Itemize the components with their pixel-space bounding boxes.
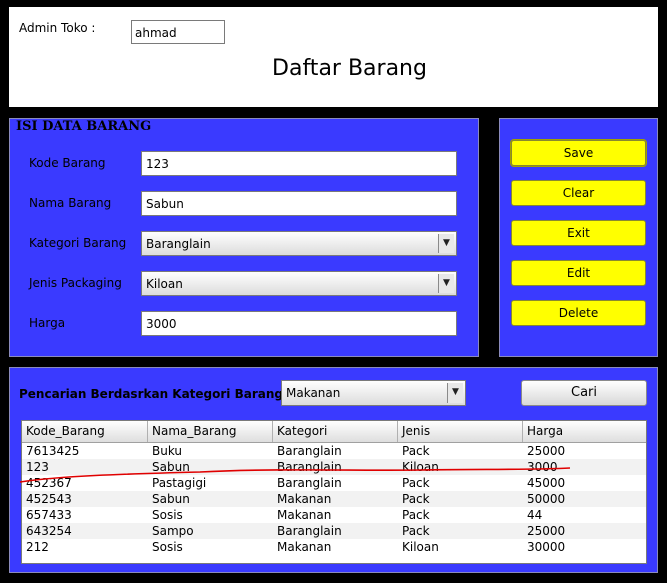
table-cell: Kiloan [402, 460, 439, 474]
cari-button[interactable]: Cari [521, 380, 647, 406]
table-cell: Baranglain [277, 476, 342, 490]
delete-button[interactable]: Delete [511, 300, 646, 326]
table-row[interactable]: 212 Sosis Makanan Kiloan 30000 [22, 539, 646, 555]
clear-button[interactable]: Clear [511, 180, 646, 206]
table-row[interactable]: 7613425 Buku Baranglain Pack 25000 [22, 443, 646, 459]
table-cell: Sabun [152, 460, 190, 474]
chevron-down-icon[interactable]: ▼ [447, 383, 463, 403]
save-button[interactable]: Save [510, 139, 647, 167]
search-category-select[interactable]: Makanan ▼ [281, 380, 466, 406]
table-cell: 657433 [26, 508, 72, 522]
form-title: ISI DATA BARANG [16, 119, 152, 134]
kode-barang-label: Kode Barang [29, 156, 106, 170]
table-row[interactable]: 643254 Sampo Baranglain Pack 25000 [22, 523, 646, 539]
column-header-kategori[interactable]: Kategori [273, 421, 398, 442]
nama-barang-label: Nama Barang [29, 196, 112, 210]
table-cell: 44 [527, 508, 543, 522]
table-cell: Buku [152, 444, 183, 458]
table-cell: Pack [402, 444, 430, 458]
chevron-down-icon[interactable]: ▼ [438, 234, 454, 253]
column-header-jenis[interactable]: Jenis [398, 421, 523, 442]
kategori-barang-select[interactable]: Baranglain ▼ [141, 231, 457, 256]
table-cell: Pack [402, 492, 430, 506]
table-cell: Pack [402, 508, 430, 522]
table-cell: 3000 [527, 460, 558, 474]
table-cell: Kiloan [402, 540, 439, 554]
edit-button[interactable]: Edit [511, 260, 646, 286]
table-cell: 452367 [26, 476, 72, 490]
table-row[interactable]: 452543 Sabun Makanan Pack 50000 [22, 491, 646, 507]
table-cell: Sosis [152, 540, 183, 554]
table-cell: 7613425 [26, 444, 80, 458]
table-cell: Makanan [277, 508, 332, 522]
jenis-packaging-value: Kiloan [146, 277, 183, 291]
table-cell: Makanan [277, 492, 332, 506]
kategori-barang-value: Baranglain [146, 237, 211, 251]
column-header-nama[interactable]: Nama_Barang [148, 421, 273, 442]
jenis-packaging-select[interactable]: Kiloan ▼ [141, 271, 457, 296]
page-title: Daftar Barang [272, 56, 427, 81]
search-category-value: Makanan [286, 386, 341, 400]
column-header-harga[interactable]: Harga [523, 421, 646, 442]
admin-label: Admin Toko : [19, 21, 96, 35]
table-cell: 25000 [527, 524, 566, 538]
column-header-kode[interactable]: Kode_Barang [22, 421, 148, 442]
table-cell: Sampo [152, 524, 194, 538]
barang-table[interactable]: Kode_Barang Nama_Barang Kategori Jenis H… [21, 420, 647, 564]
table-cell: 25000 [527, 444, 566, 458]
chevron-down-icon[interactable]: ▼ [438, 274, 454, 293]
kategori-barang-label: Kategori Barang [29, 236, 127, 250]
jenis-packaging-label: Jenis Packaging [29, 276, 122, 290]
table-cell: Sosis [152, 508, 183, 522]
table-cell: 452543 [26, 492, 72, 506]
table-cell: Pastagigi [152, 476, 207, 490]
harga-input[interactable]: 3000 [141, 311, 457, 336]
table-cell: Pack [402, 524, 430, 538]
table-row[interactable]: 657433 Sosis Makanan Pack 44 [22, 507, 646, 523]
nama-barang-input[interactable]: Sabun [141, 191, 457, 216]
table-cell: Baranglain [277, 460, 342, 474]
kode-barang-input[interactable]: 123 [141, 151, 457, 176]
table-row[interactable]: 452367 Pastagigi Baranglain Pack 45000 [22, 475, 646, 491]
table-cell: 30000 [527, 540, 566, 554]
table-cell: 50000 [527, 492, 566, 506]
table-cell: 123 [26, 460, 49, 474]
table-header: Kode_Barang Nama_Barang Kategori Jenis H… [22, 421, 646, 443]
table-cell: Baranglain [277, 444, 342, 458]
table-cell: Makanan [277, 540, 332, 554]
table-cell: Sabun [152, 492, 190, 506]
table-cell: Baranglain [277, 524, 342, 538]
table-row[interactable]: 123 Sabun Baranglain Kiloan 3000 [22, 459, 646, 475]
table-cell: Pack [402, 476, 430, 490]
harga-label: Harga [29, 316, 66, 330]
search-label: Pencarian Berdasrkan Kategori Barang [19, 387, 283, 401]
exit-button[interactable]: Exit [511, 220, 646, 246]
table-cell: 212 [26, 540, 49, 554]
table-cell: 643254 [26, 524, 72, 538]
table-cell: 45000 [527, 476, 566, 490]
admin-name-field[interactable]: ahmad [131, 20, 225, 44]
